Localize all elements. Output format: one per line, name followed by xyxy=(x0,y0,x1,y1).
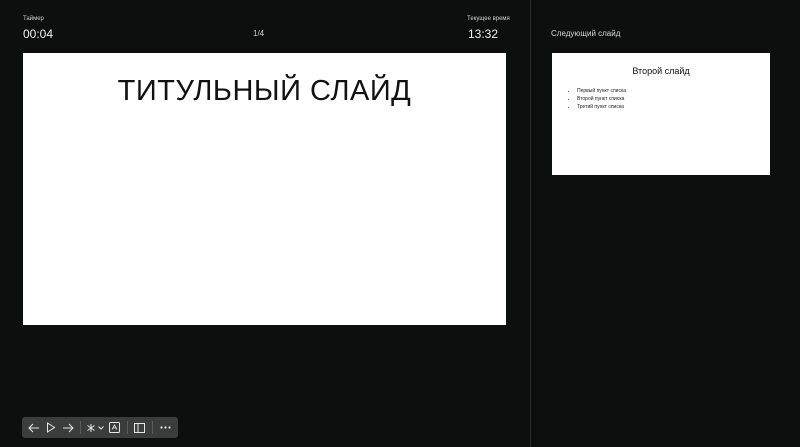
more-icon xyxy=(160,426,171,429)
slide-counter: 1/4 xyxy=(253,29,265,38)
next-slide-button[interactable] xyxy=(59,419,76,436)
next-slide-preview[interactable]: Второй слайд Первый пункт списка Второй … xyxy=(552,53,770,175)
play-button[interactable] xyxy=(43,419,60,436)
notes-panel-button[interactable] xyxy=(132,419,149,436)
timer-value[interactable]: 00:04 xyxy=(23,27,53,41)
current-slide[interactable]: ТИТУЛЬНЫЙ СЛАЙД xyxy=(23,53,506,325)
timer-label: Таймер xyxy=(23,16,44,22)
presenter-view: Таймер 00:04 1/4 Текущее время 13:32 ТИТ… xyxy=(0,0,800,447)
clock-value: 13:32 xyxy=(468,27,499,41)
next-slide-bullets: Первый пункт списка Второй пункт списка … xyxy=(568,87,626,111)
notes-panel-icon xyxy=(134,422,146,433)
previous-slide-button[interactable] xyxy=(26,419,43,436)
list-item: Первый пункт списка xyxy=(577,87,626,95)
next-slide-title: Второй слайд xyxy=(632,66,690,76)
more-options-button[interactable] xyxy=(157,419,174,436)
subtitles-icon xyxy=(108,422,120,433)
list-item: Третий пункт списка xyxy=(577,103,626,111)
current-slide-title: ТИТУЛЬНЫЙ СЛАЙД xyxy=(117,75,412,107)
main-area: Таймер 00:04 1/4 Текущее время 13:32 ТИТ… xyxy=(0,0,530,447)
pointer-options-dropdown[interactable] xyxy=(97,419,106,436)
laser-pointer-button[interactable] xyxy=(85,419,97,436)
list-item: Второй пункт списка xyxy=(577,95,626,103)
play-icon xyxy=(47,422,56,433)
arrow-left-icon xyxy=(28,423,40,432)
toolbar-separator xyxy=(126,421,128,434)
subtitles-button[interactable] xyxy=(106,419,123,436)
next-slide-panel: Следующий слайд Второй слайд Первый пунк… xyxy=(531,0,800,447)
presenter-toolbar xyxy=(22,417,178,438)
clock-label: Текущее время xyxy=(467,16,510,22)
next-slide-heading: Следующий слайд xyxy=(551,29,621,38)
toolbar-separator xyxy=(80,421,82,434)
laser-pointer-icon xyxy=(87,423,95,432)
arrow-right-icon xyxy=(62,423,74,432)
chevron-down-icon xyxy=(98,425,105,430)
toolbar-separator xyxy=(152,421,154,434)
